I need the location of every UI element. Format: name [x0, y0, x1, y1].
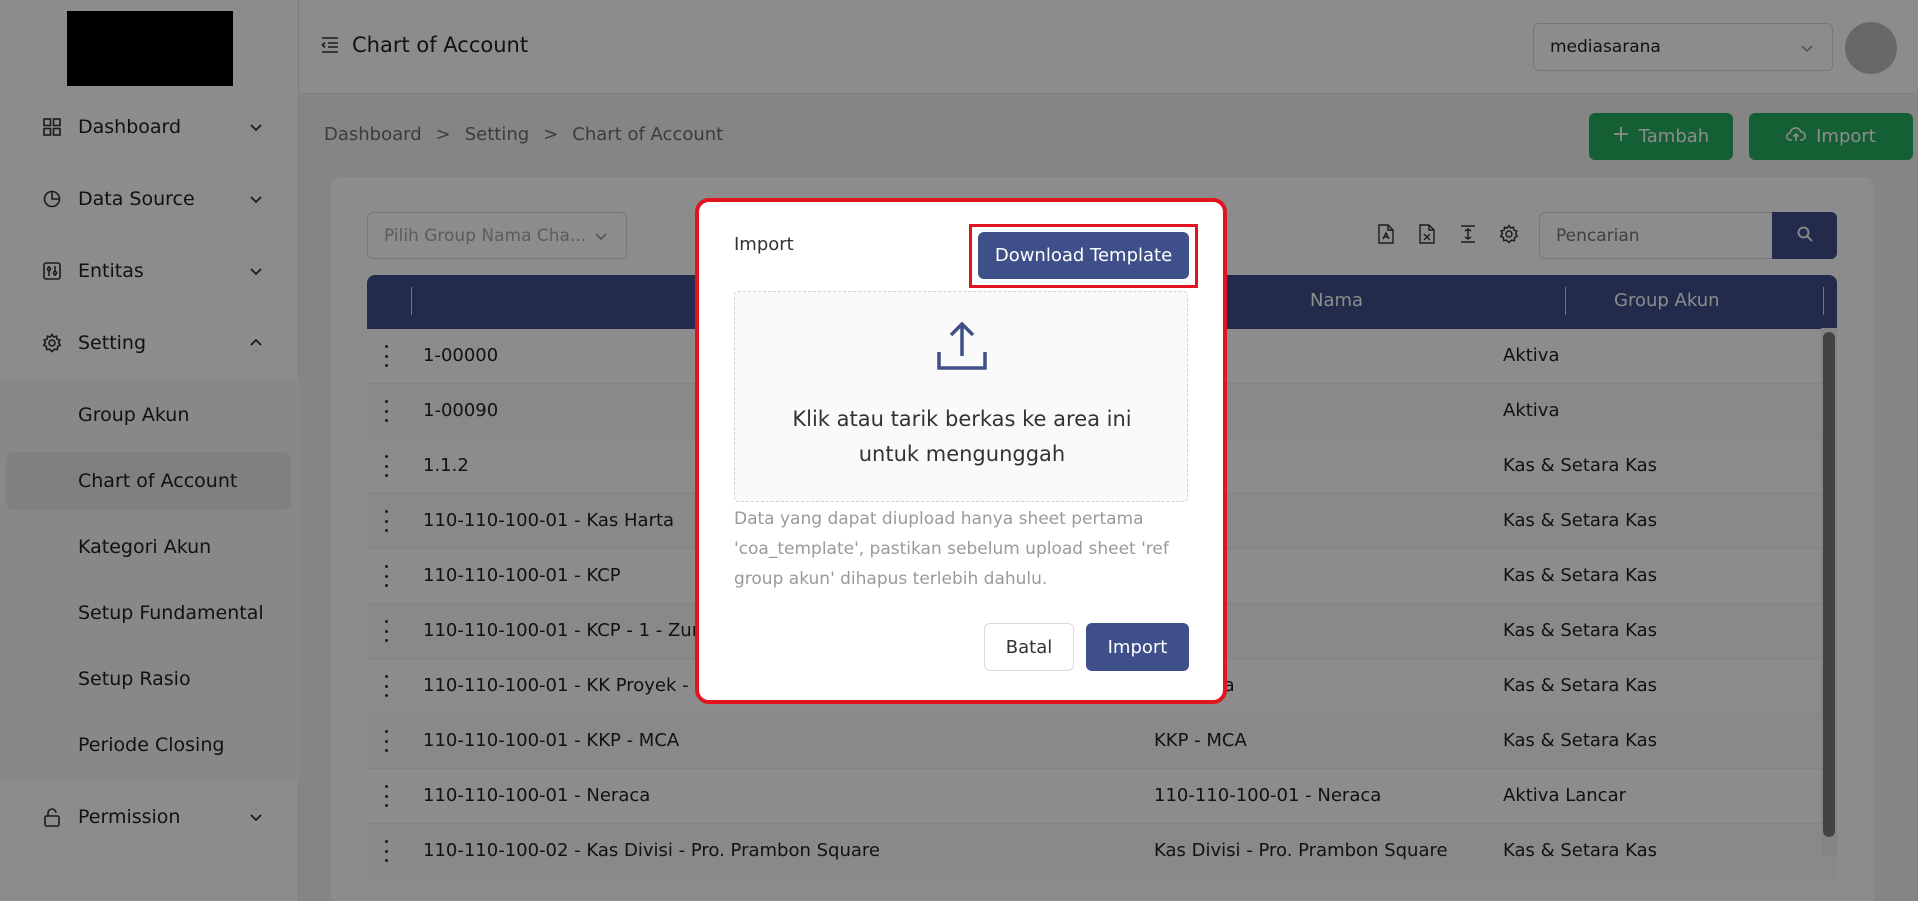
- dropzone-text: Klik atau tarik berkas ke area ini untuk…: [792, 407, 1132, 466]
- upload-icon: [935, 320, 989, 372]
- upload-hint: Data yang dapat diupload hanya sheet per…: [734, 509, 1169, 589]
- modal-title: Import: [734, 234, 794, 255]
- modal-import-button[interactable]: Import: [1086, 623, 1189, 671]
- download-template-highlight: Download Template: [969, 224, 1198, 288]
- upload-dropzone[interactable]: Klik atau tarik berkas ke area ini untuk…: [734, 291, 1188, 502]
- import-modal: Import Download Template Klik atau tarik…: [695, 198, 1227, 704]
- cancel-button[interactable]: Batal: [984, 623, 1074, 671]
- download-template-button[interactable]: Download Template: [978, 232, 1189, 279]
